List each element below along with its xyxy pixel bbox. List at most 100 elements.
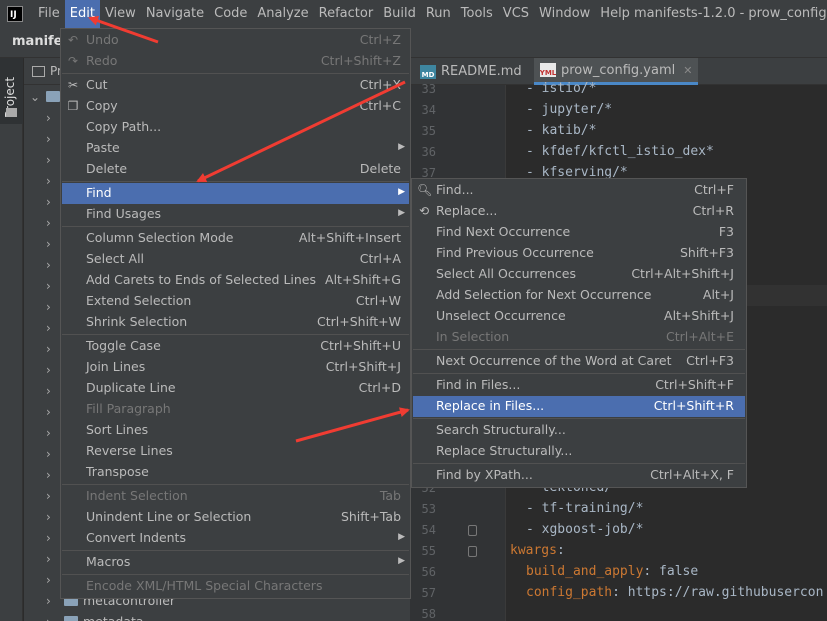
menu-item-extend-selection[interactable]: Extend Selection Ctrl+W	[62, 291, 409, 312]
chevron-right-icon[interactable]: ›	[46, 384, 51, 398]
menu-item-search-structurally[interactable]: Search Structurally...	[413, 420, 745, 441]
menu-item-shrink-selection[interactable]: Shrink Selection Ctrl+Shift+W	[62, 312, 409, 333]
menu-item-copy-path[interactable]: Copy Path...	[62, 117, 409, 138]
code-text: config_path: https://raw.githubusercon	[526, 585, 823, 600]
menu-item-add-carets[interactable]: Add Carets to Ends of Selected Lines Alt…	[62, 270, 409, 291]
chevron-right-icon[interactable]: ›	[46, 552, 51, 566]
menu-item-find[interactable]: Find ▶	[62, 183, 409, 204]
chevron-right-icon[interactable]: ›	[46, 132, 51, 146]
menu-shortcut: Ctrl+W	[355, 293, 401, 308]
menu-item-find-previous[interactable]: Find Previous Occurrence Shift+F3	[413, 243, 745, 264]
menu-item-find-usages[interactable]: Find Usages ▶	[62, 204, 409, 225]
chevron-right-icon[interactable]: ›	[46, 447, 51, 461]
menu-run[interactable]: Run	[421, 0, 456, 28]
menu-item-find-in-files[interactable]: Find in Files... Ctrl+Shift+F	[413, 375, 745, 396]
menu-window[interactable]: Window	[534, 0, 595, 28]
chevron-right-icon[interactable]: ›	[46, 300, 51, 314]
line-number: 56	[421, 565, 436, 579]
menu-item-label: Find Next Occurrence	[436, 224, 571, 239]
chevron-right-icon[interactable]: ›	[46, 489, 51, 503]
menu-item-next-word-at-caret[interactable]: Next Occurrence of the Word at Caret Ctr…	[413, 351, 745, 372]
chevron-right-icon[interactable]: ›	[46, 510, 51, 524]
menu-item-add-selection-next[interactable]: Add Selection for Next Occurrence Alt+J	[413, 285, 745, 306]
menu-item-fill-paragraph[interactable]: Fill Paragraph	[62, 399, 409, 420]
menu-item-unindent[interactable]: Unindent Line or Selection Shift+Tab	[62, 507, 409, 528]
chevron-right-icon[interactable]: ›	[46, 594, 51, 608]
menu-item-copy[interactable]: ❐ Copy Ctrl+C	[62, 96, 409, 117]
chevron-right-icon[interactable]: ›	[46, 426, 51, 440]
menu-edit[interactable]: Edit	[64, 0, 100, 28]
menu-item-replace-structurally[interactable]: Replace Structurally...	[413, 441, 745, 462]
menu-item-reverse-lines[interactable]: Reverse Lines	[62, 441, 409, 462]
chevron-right-icon[interactable]: ›	[46, 573, 51, 587]
chevron-right-icon[interactable]: ›	[46, 153, 51, 167]
menu-help[interactable]: Help	[595, 0, 635, 28]
menu-item-label: Shrink Selection	[86, 314, 188, 329]
tree-row-metadata[interactable]: › metadata	[24, 611, 410, 621]
fold-marker-icon[interactable]	[468, 525, 477, 536]
chevron-right-icon[interactable]: ›	[46, 321, 51, 335]
left-tool-strip: Project	[0, 58, 23, 621]
line-number: 58	[421, 607, 436, 621]
chevron-right-icon[interactable]: ›	[46, 174, 51, 188]
chevron-right-icon[interactable]: ›	[46, 531, 51, 545]
menu-item-encode-xml[interactable]: Encode XML/HTML Special Characters	[62, 576, 409, 597]
menu-item-find-by-xpath[interactable]: Find by XPath... Ctrl+Alt+X, F	[413, 465, 745, 486]
chevron-right-icon[interactable]: ›	[46, 258, 51, 272]
menu-item-select-all-occurrences[interactable]: Select All Occurrences Ctrl+Alt+Shift+J	[413, 264, 745, 285]
chevron-right-icon[interactable]: ›	[46, 363, 51, 377]
fold-marker-icon[interactable]	[468, 546, 477, 557]
chevron-down-icon[interactable]: ⌄	[30, 90, 40, 104]
menu-item-replace-in-files[interactable]: Replace in Files... Ctrl+Shift+R	[413, 396, 745, 417]
project-tool-tab[interactable]: Project	[0, 58, 23, 124]
menu-analyze[interactable]: Analyze	[252, 0, 313, 28]
menu-item-column-selection[interactable]: Column Selection Mode Alt+Shift+Insert	[62, 228, 409, 249]
code-line: 33 - istio/*	[410, 80, 827, 101]
menu-item-label: Find...	[436, 182, 474, 197]
menu-item-find-next[interactable]: Find Next Occurrence F3	[413, 222, 745, 243]
chevron-right-icon[interactable]: ›	[46, 195, 51, 209]
menu-item-find-dialog[interactable]: 🔍︎ Find... Ctrl+F	[413, 180, 745, 201]
menu-item-indent-selection[interactable]: Indent Selection Tab	[62, 486, 409, 507]
menu-item-transpose[interactable]: Transpose	[62, 462, 409, 483]
menu-refactor[interactable]: Refactor	[314, 0, 379, 28]
chevron-right-icon[interactable]: ›	[46, 468, 51, 482]
menu-item-label: Add Carets to Ends of Selected Lines	[86, 272, 317, 287]
menu-item-convert-indents[interactable]: Convert Indents ▶	[62, 528, 409, 549]
code-text: kwargs:	[510, 543, 565, 558]
menu-item-toggle-case[interactable]: Toggle Case Ctrl+Shift+U	[62, 336, 409, 357]
menu-item-undo[interactable]: ↶ Undo Ctrl+Z	[62, 30, 409, 51]
menu-view[interactable]: View	[100, 0, 141, 28]
chevron-right-icon[interactable]: ›	[46, 615, 51, 621]
menu-code[interactable]: Code	[209, 0, 252, 28]
chevron-right-icon[interactable]: ›	[46, 405, 51, 419]
menu-build[interactable]: Build	[378, 0, 421, 28]
chevron-right-icon[interactable]: ›	[46, 111, 51, 125]
menu-navigate[interactable]: Navigate	[141, 0, 209, 28]
menu-tools[interactable]: Tools	[456, 0, 498, 28]
tree-item-label: metadata	[83, 614, 144, 621]
menu-item-cut[interactable]: ✂ Cut Ctrl+X	[62, 75, 409, 96]
edit-menu-popup: ↶ Undo Ctrl+Z ↷ Redo Ctrl+Shift+Z ✂ Cut …	[60, 28, 411, 599]
line-number: 55	[421, 544, 436, 558]
menu-vcs[interactable]: VCS	[498, 0, 534, 28]
menu-item-redo[interactable]: ↷ Redo Ctrl+Shift+Z	[62, 51, 409, 72]
menu-item-duplicate-line[interactable]: Duplicate Line Ctrl+D	[62, 378, 409, 399]
close-icon[interactable]: ✕	[683, 64, 692, 77]
menu-item-label: Unselect Occurrence	[436, 308, 566, 323]
menu-item-unselect-occurrence[interactable]: Unselect Occurrence Alt+Shift+J	[413, 306, 745, 327]
chevron-right-icon[interactable]: ›	[46, 279, 51, 293]
chevron-right-icon[interactable]: ›	[46, 342, 51, 356]
menu-item-in-selection[interactable]: In Selection Ctrl+Alt+E	[413, 327, 745, 348]
menu-item-join-lines[interactable]: Join Lines Ctrl+Shift+J	[62, 357, 409, 378]
chevron-right-icon[interactable]: ›	[46, 237, 51, 251]
chevron-right-icon[interactable]: ›	[46, 216, 51, 230]
menu-file[interactable]: File	[33, 0, 65, 28]
menu-item-delete[interactable]: Delete Delete	[62, 159, 409, 180]
menu-item-label: Find Usages	[86, 206, 162, 221]
menu-item-sort-lines[interactable]: Sort Lines	[62, 420, 409, 441]
menu-item-paste[interactable]: Paste ▶	[62, 138, 409, 159]
menu-item-select-all[interactable]: Select All Ctrl+A	[62, 249, 409, 270]
menu-item-macros[interactable]: Macros ▶	[62, 552, 409, 573]
menu-item-replace[interactable]: ⟲ Replace... Ctrl+R	[413, 201, 745, 222]
